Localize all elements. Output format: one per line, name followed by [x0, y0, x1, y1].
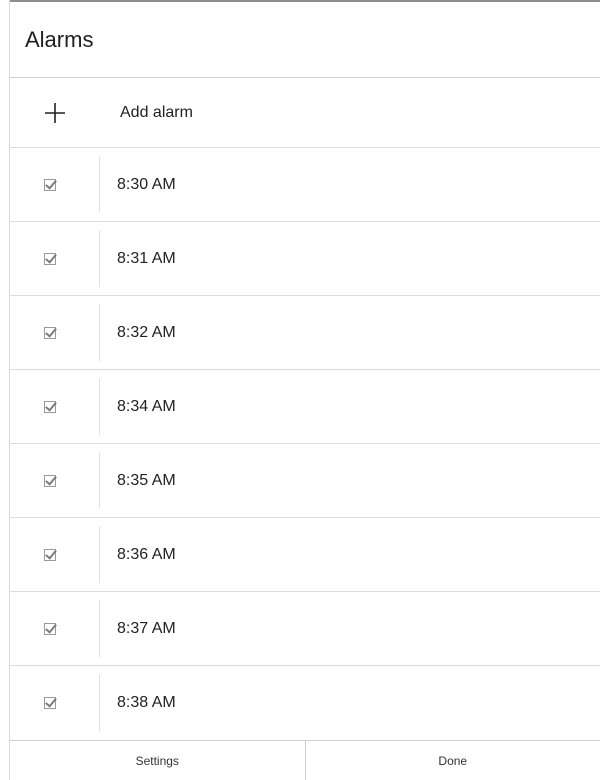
- alarm-toggle-cell[interactable]: [10, 156, 100, 213]
- alarm-enabled-checkbox[interactable]: [43, 474, 56, 487]
- page-title: Alarms: [25, 26, 94, 52]
- alarm-time[interactable]: 8:34 AM: [100, 370, 176, 443]
- add-alarm-row[interactable]: Add alarm: [10, 78, 600, 148]
- alarm-row[interactable]: 8:30 AM: [10, 148, 600, 222]
- alarm-enabled-checkbox[interactable]: [43, 252, 56, 265]
- alarm-row[interactable]: 8:36 AM: [10, 518, 600, 592]
- alarm-enabled-checkbox[interactable]: [43, 178, 56, 191]
- alarm-toggle-cell[interactable]: [10, 230, 100, 287]
- alarm-list: Add alarm 8:30 AM 8:31 AM 8:32 AM 8:34 A: [10, 78, 600, 740]
- alarm-toggle-cell[interactable]: [10, 452, 100, 509]
- alarm-time[interactable]: 8:38 AM: [100, 666, 176, 740]
- alarm-row[interactable]: 8:35 AM: [10, 444, 600, 518]
- alarm-time[interactable]: 8:35 AM: [100, 444, 176, 517]
- settings-button[interactable]: Settings: [10, 741, 305, 780]
- alarm-enabled-checkbox[interactable]: [43, 697, 56, 709]
- alarm-toggle-cell[interactable]: [10, 526, 100, 583]
- alarm-time[interactable]: 8:36 AM: [100, 518, 176, 591]
- alarm-enabled-checkbox[interactable]: [43, 548, 56, 561]
- alarm-row[interactable]: 8:37 AM: [10, 592, 600, 666]
- title-bar: Alarms: [10, 0, 600, 78]
- add-alarm-label[interactable]: Add alarm: [100, 104, 193, 122]
- alarm-row[interactable]: 8:38 AM: [10, 666, 600, 740]
- alarm-row[interactable]: 8:32 AM: [10, 296, 600, 370]
- alarms-window: Alarms Add alarm 8:30 AM 8:31 AM 8:32 AM…: [0, 0, 600, 780]
- alarm-enabled-checkbox[interactable]: [43, 326, 56, 339]
- alarm-toggle-cell[interactable]: [10, 674, 100, 732]
- alarm-toggle-cell[interactable]: [10, 378, 100, 435]
- alarm-enabled-checkbox[interactable]: [43, 400, 56, 413]
- plus-icon[interactable]: [10, 78, 100, 148]
- alarm-time[interactable]: 8:30 AM: [100, 148, 176, 221]
- window-left-edge: [0, 0, 10, 780]
- alarm-toggle-cell[interactable]: [10, 600, 100, 657]
- alarm-row[interactable]: 8:34 AM: [10, 370, 600, 444]
- alarm-toggle-cell[interactable]: [10, 304, 100, 361]
- alarm-row[interactable]: 8:31 AM: [10, 222, 600, 296]
- bottom-action-bar: Settings Done: [10, 740, 600, 780]
- alarm-time[interactable]: 8:32 AM: [100, 296, 176, 369]
- alarm-time[interactable]: 8:37 AM: [100, 592, 176, 665]
- done-button[interactable]: Done: [304, 741, 600, 780]
- alarm-time[interactable]: 8:31 AM: [100, 222, 176, 295]
- alarm-enabled-checkbox[interactable]: [43, 622, 56, 635]
